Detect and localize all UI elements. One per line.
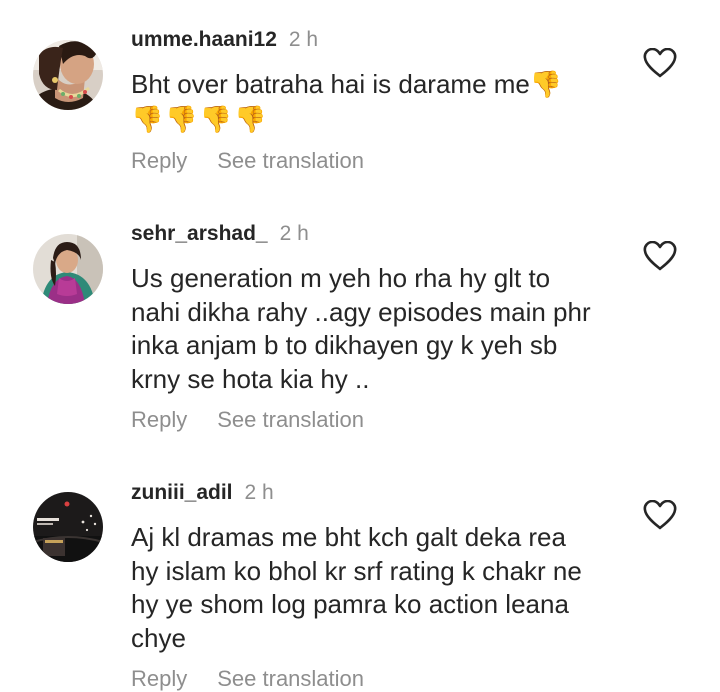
avatar[interactable] (33, 40, 103, 110)
heart-outline-icon[interactable] (643, 47, 677, 78)
comment-actions: Reply See translation (131, 407, 364, 433)
comment-text-line: hy islam ko bhol kr srf rating k chakr n… (131, 555, 582, 586)
heart-outline-icon[interactable] (643, 499, 677, 530)
comment-time: 2 h (288, 28, 319, 51)
comment-text: Bht over batraha hai is darame me👎 👎👎👎👎 (131, 68, 631, 136)
comment-text-line: chye (131, 622, 186, 653)
reply-button[interactable]: Reply (131, 407, 187, 432)
comment-text-line: Us generation m yeh ho rha hy glt to (131, 263, 551, 293)
comment-text: Aj kl dramas me bht kch galt deka rea hy… (131, 521, 631, 655)
comment-text-line: Aj kl dramas me bht kch galt deka rea (131, 522, 566, 552)
reply-button[interactable]: Reply (131, 148, 187, 173)
comment-username[interactable]: zuniii_adil (131, 481, 233, 504)
comment-username[interactable]: sehr_arshad_ (131, 222, 268, 245)
comment-meta: zuniii_adil 2 h (131, 481, 274, 505)
comment-text-line: inka anjam b to dikhayen gy k yeh sb (131, 330, 558, 360)
avatar[interactable] (33, 492, 103, 562)
comment-text: Us generation m yeh ho rha hy glt to nah… (131, 262, 631, 396)
thumbs-down-emoji: 👎 (529, 69, 563, 99)
comment-text-line: krny se hota kia hy .. (131, 363, 370, 394)
see-translation-button[interactable]: See translation (217, 666, 364, 691)
comment-text-line: hy ye shom log pamra ko action leana (131, 589, 569, 619)
see-translation-button[interactable]: See translation (217, 148, 364, 173)
comment-actions: Reply See translation (131, 148, 364, 174)
comment-text-line: Bht over batraha hai is darame me (131, 69, 530, 99)
thumbs-down-emoji-row: 👎👎👎👎 (131, 103, 269, 134)
comment-time: 2 h (244, 481, 274, 504)
comment-time: 2 h (279, 222, 309, 245)
comment-actions: Reply See translation (131, 666, 364, 692)
comment-meta: sehr_arshad_ 2 h (131, 222, 309, 246)
comment-meta: umme.haani12 2 h (131, 28, 318, 52)
reply-button[interactable]: Reply (131, 666, 187, 691)
comment-username[interactable]: umme.haani12 (131, 28, 277, 51)
see-translation-button[interactable]: See translation (217, 407, 364, 432)
comment-text-line: nahi dikha rahy ..agy episodes main phr (131, 296, 591, 327)
avatar[interactable] (33, 234, 103, 304)
heart-outline-icon[interactable] (643, 240, 677, 271)
